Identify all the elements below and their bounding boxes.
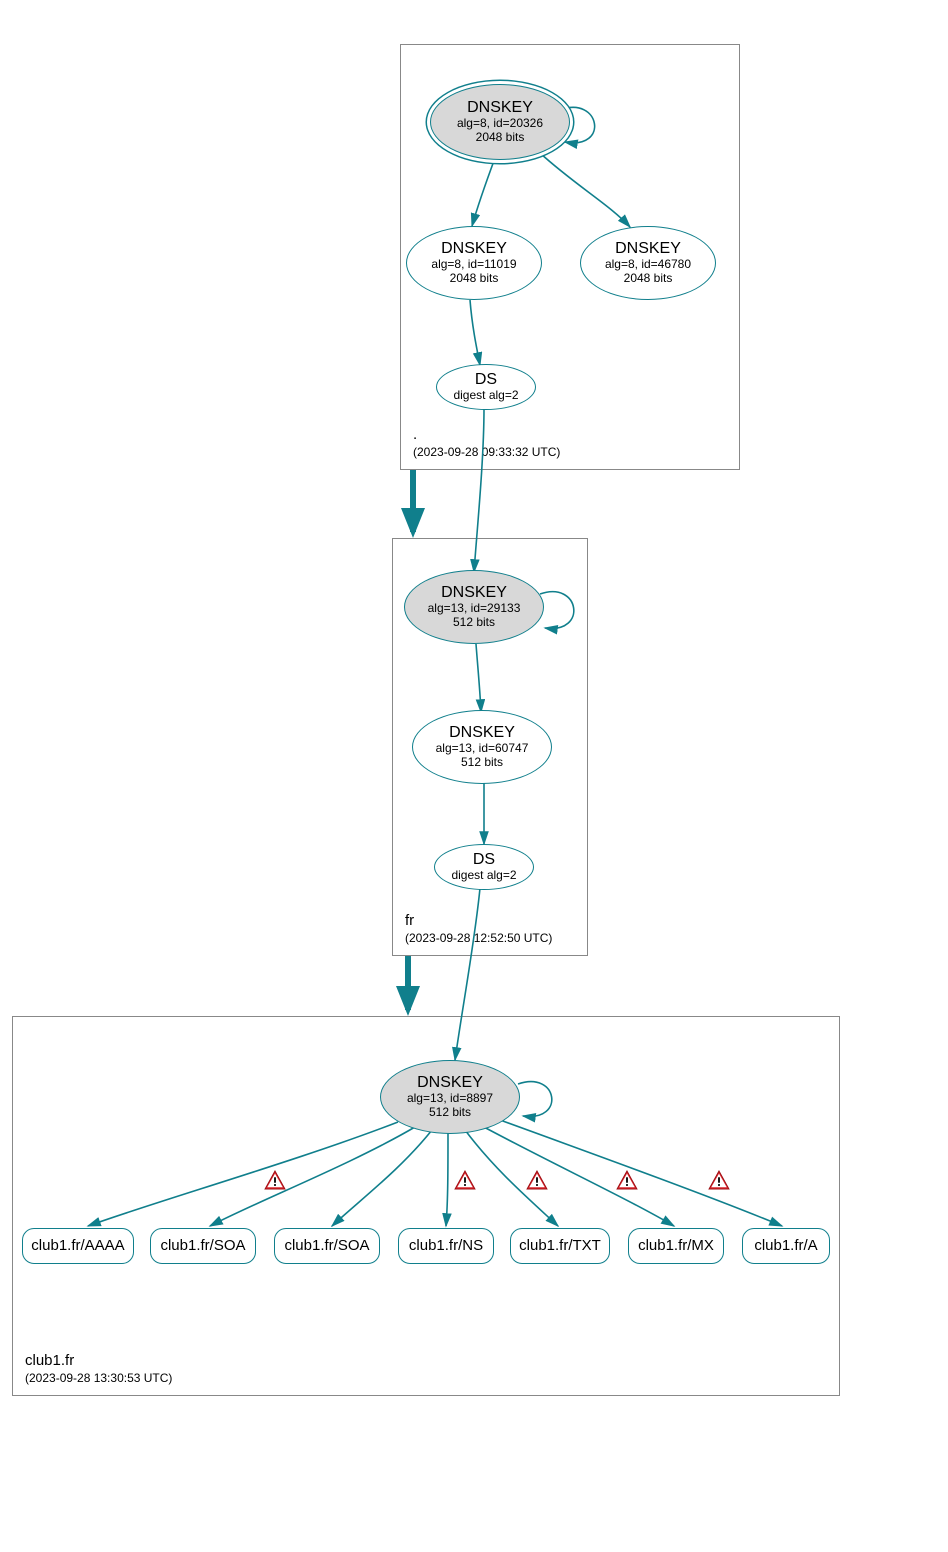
rrset-mx: club1.fr/MX — [628, 1228, 724, 1264]
node-root-zsk-bits: 2048 bits — [450, 272, 499, 286]
node-root-dnskey-2: DNSKEY alg=8, id=46780 2048 bits — [580, 226, 716, 300]
node-fr-ds: DS digest alg=2 — [434, 844, 534, 890]
node-fr-zsk-alg: alg=13, id=60747 — [436, 742, 529, 756]
rrset-txt: club1.fr/TXT — [510, 1228, 610, 1264]
node-root-ds-digest: digest alg=2 — [453, 389, 518, 403]
zone-fr-label: fr (2023-09-28 12:52:50 UTC) — [405, 912, 552, 945]
node-fr-ksk-bits: 512 bits — [453, 616, 495, 630]
warning-icon — [526, 1170, 548, 1190]
zone-fr-name: fr — [405, 912, 552, 929]
node-root-ksk-title: DNSKEY — [467, 99, 533, 117]
rrset-soa-1: club1.fr/SOA — [150, 1228, 256, 1264]
zone-club1-label: club1.fr (2023-09-28 13:30:53 UTC) — [25, 1352, 172, 1385]
rrset-ns-label: club1.fr/NS — [409, 1237, 483, 1254]
rrset-soa-2: club1.fr/SOA — [274, 1228, 380, 1264]
node-fr-zsk: DNSKEY alg=13, id=60747 512 bits — [412, 710, 552, 784]
warning-icon — [708, 1170, 730, 1190]
rrset-aaaa: club1.fr/AAAA — [22, 1228, 134, 1264]
rrset-a: club1.fr/A — [742, 1228, 830, 1264]
node-club1-ksk: DNSKEY alg=13, id=8897 512 bits — [380, 1060, 520, 1134]
node-fr-ksk: DNSKEY alg=13, id=29133 512 bits — [404, 570, 544, 644]
rrset-mx-label: club1.fr/MX — [638, 1237, 714, 1254]
node-root-ds: DS digest alg=2 — [436, 364, 536, 410]
node-root-zsk-title: DNSKEY — [441, 240, 507, 258]
zone-root-timestamp: (2023-09-28 09:33:32 UTC) — [413, 445, 560, 459]
warning-icon — [454, 1170, 476, 1190]
node-club1-ksk-title: DNSKEY — [417, 1074, 483, 1092]
rrset-txt-label: club1.fr/TXT — [519, 1237, 601, 1254]
rrset-soa1-label: club1.fr/SOA — [160, 1237, 245, 1254]
node-fr-ksk-title: DNSKEY — [441, 584, 507, 602]
zone-root-label: . (2023-09-28 09:33:32 UTC) — [413, 426, 560, 459]
node-club1-ksk-bits: 512 bits — [429, 1106, 471, 1120]
zone-club1-timestamp: (2023-09-28 13:30:53 UTC) — [25, 1371, 172, 1385]
rrset-a-label: club1.fr/A — [754, 1237, 817, 1254]
node-root-zsk: DNSKEY alg=8, id=11019 2048 bits — [406, 226, 542, 300]
node-root-ksk: DNSKEY alg=8, id=20326 2048 bits — [430, 84, 570, 160]
node-root-k2-alg: alg=8, id=46780 — [605, 258, 691, 272]
node-root-ksk-alg: alg=8, id=20326 — [457, 117, 543, 131]
zone-root-name: . — [413, 426, 560, 443]
node-fr-zsk-bits: 512 bits — [461, 756, 503, 770]
node-fr-ksk-alg: alg=13, id=29133 — [428, 602, 521, 616]
zone-club1-name: club1.fr — [25, 1352, 172, 1369]
node-club1-ksk-alg: alg=13, id=8897 — [407, 1092, 493, 1106]
node-root-zsk-alg: alg=8, id=11019 — [431, 258, 516, 272]
warning-icon — [264, 1170, 286, 1190]
zone-fr-timestamp: (2023-09-28 12:52:50 UTC) — [405, 931, 552, 945]
node-root-ds-title: DS — [475, 371, 497, 389]
node-root-k2-title: DNSKEY — [615, 240, 681, 258]
rrset-ns: club1.fr/NS — [398, 1228, 494, 1264]
rrset-aaaa-label: club1.fr/AAAA — [31, 1237, 124, 1254]
node-root-ksk-bits: 2048 bits — [476, 131, 525, 145]
node-fr-ds-digest: digest alg=2 — [451, 869, 516, 883]
node-fr-ds-title: DS — [473, 851, 495, 869]
warning-icon — [616, 1170, 638, 1190]
node-fr-zsk-title: DNSKEY — [449, 724, 515, 742]
rrset-soa2-label: club1.fr/SOA — [284, 1237, 369, 1254]
node-root-k2-bits: 2048 bits — [624, 272, 673, 286]
